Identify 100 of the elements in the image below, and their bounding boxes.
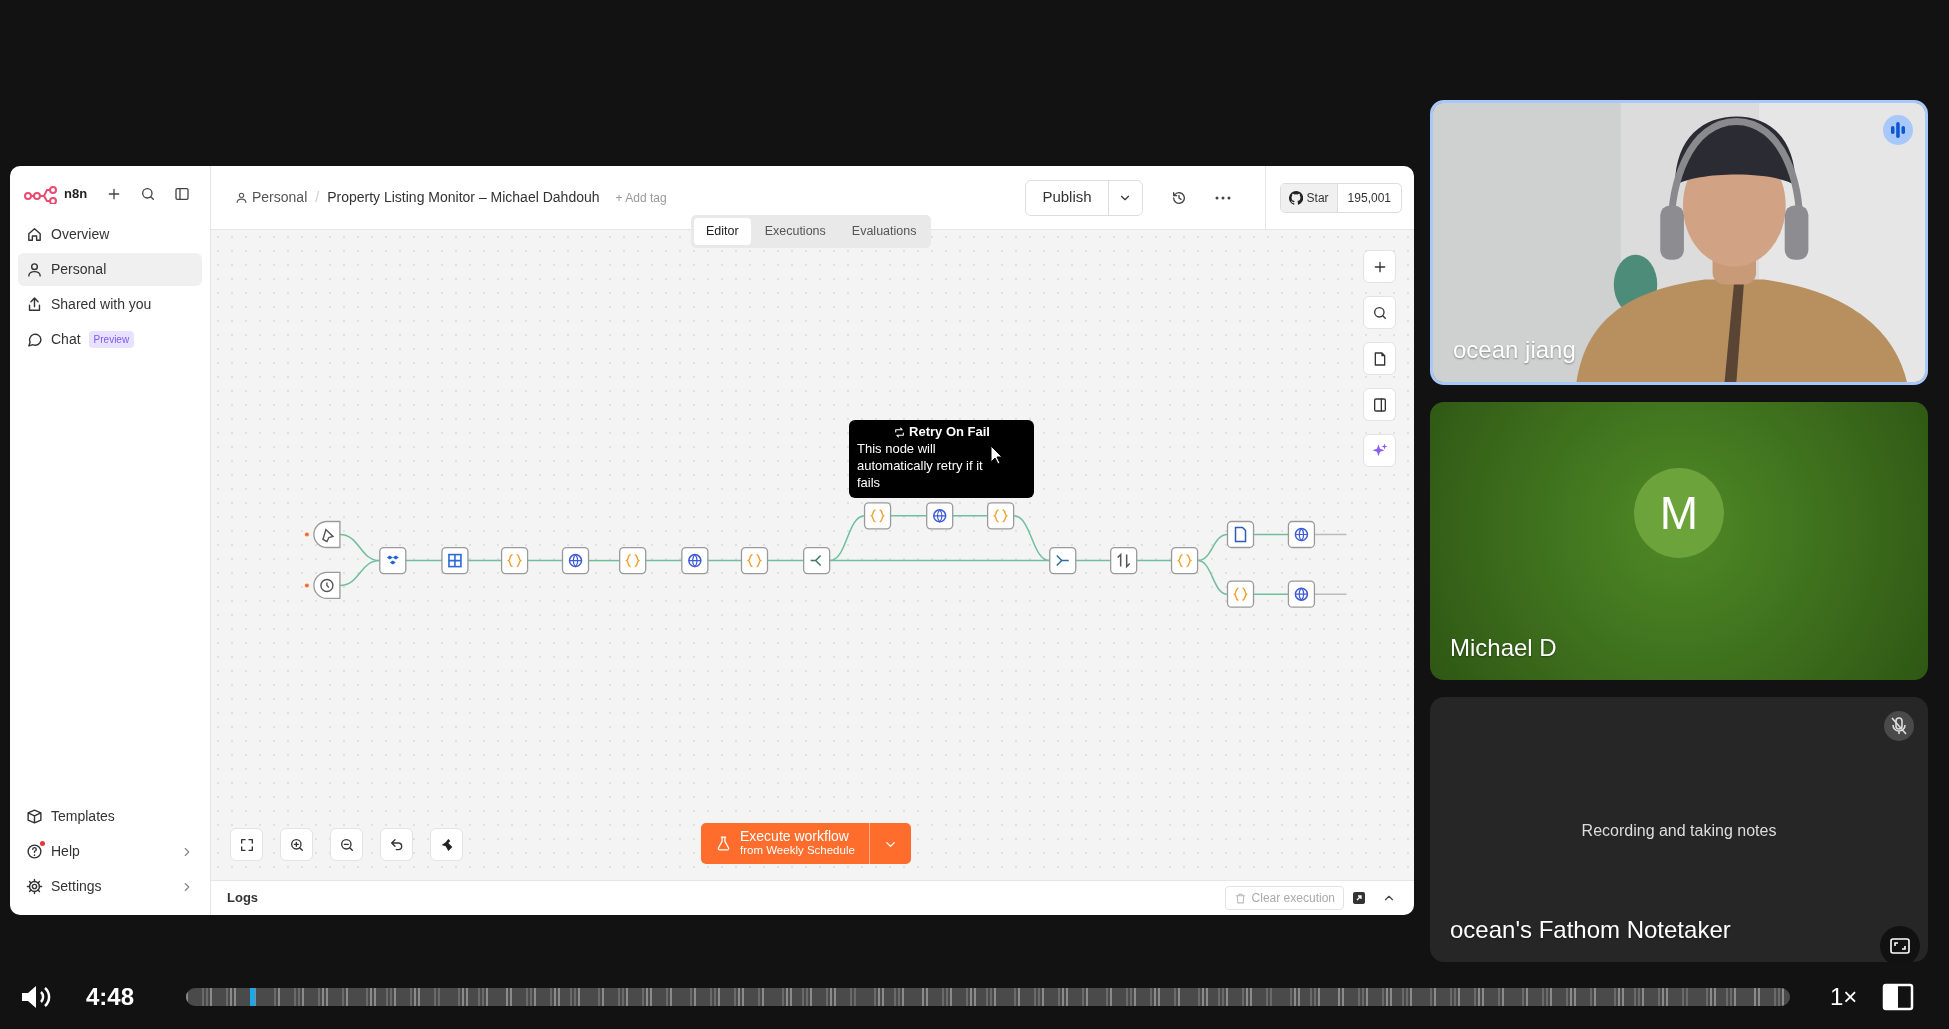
search-button[interactable] [1363, 296, 1396, 329]
sidebar-item[interactable]: Shared with you [18, 288, 202, 321]
user-icon [26, 261, 43, 278]
add-node-button[interactable] [1363, 250, 1396, 283]
home-icon [26, 226, 43, 243]
sidebar-item[interactable]: Templates [18, 800, 202, 833]
retry-icon [893, 425, 907, 439]
undo-icon [388, 836, 405, 853]
preview-badge: Preview [88, 331, 135, 348]
workflow-node[interactable] [1049, 546, 1077, 575]
chat-icon [26, 331, 43, 348]
connector-line [1252, 533, 1290, 536]
connector-line [339, 559, 381, 587]
connector-line [1135, 559, 1173, 562]
connector-line [707, 559, 743, 562]
history-icon [1170, 189, 1187, 206]
panel-icon [1371, 396, 1388, 413]
tooltip-title: Retry On Fail [909, 424, 990, 441]
sidebar-label: Shared with you [51, 295, 152, 314]
workflow-node[interactable] [803, 546, 831, 575]
trigger-marker [304, 583, 309, 588]
connector-line [766, 559, 805, 562]
undo-button[interactable] [380, 828, 413, 861]
workflow-node[interactable] [740, 546, 769, 575]
workflow-node[interactable] [1110, 546, 1138, 575]
connector-line [1196, 559, 1229, 595]
connector-line [1252, 593, 1290, 595]
workflow-node[interactable] [313, 520, 341, 549]
connector-line [644, 559, 683, 562]
sidebar-item[interactable]: Overview [18, 218, 202, 251]
workflow-node[interactable] [313, 571, 341, 600]
workflow-node[interactable] [1226, 580, 1255, 608]
user-icon [235, 191, 248, 204]
fit-view-button[interactable] [230, 828, 263, 861]
logo-icon [24, 184, 58, 204]
connector-line [1075, 559, 1112, 562]
sidebar-label: Overview [51, 225, 110, 244]
box-icon [26, 808, 43, 825]
sidebar-label: Settings [51, 877, 103, 896]
zoom-in-button[interactable] [280, 828, 313, 861]
sticky-note-button[interactable] [1363, 342, 1396, 375]
expand-icon [1890, 938, 1910, 954]
zoom-out-button[interactable] [330, 828, 363, 861]
logo-text: n8n [64, 185, 88, 204]
avatar: M [1634, 468, 1724, 559]
playback-speed-button[interactable]: 1× [1830, 979, 1858, 1015]
workflow-node[interactable] [681, 546, 709, 575]
workflow-node[interactable] [863, 502, 892, 530]
connector-line [405, 559, 443, 562]
workflow-node[interactable] [619, 546, 647, 575]
star-count: 195,001 [1346, 189, 1392, 207]
breadcrumb-link[interactable]: Personal [252, 187, 308, 208]
gear-icon [26, 878, 43, 895]
tab[interactable]: Executions [752, 218, 838, 245]
more-icon [1214, 195, 1231, 200]
sidebar-item[interactable]: Chat Preview [18, 323, 202, 356]
sidebar-item[interactable]: Settings [18, 870, 202, 903]
share-icon [26, 296, 43, 313]
theater-mode-icon [1882, 983, 1915, 1011]
workflow-node[interactable] [926, 502, 954, 530]
connector-line [1313, 533, 1348, 536]
participant-name: Michael D [1450, 633, 1557, 663]
github-star-button[interactable]: Star 195,001 [1279, 182, 1402, 213]
workflow-node[interactable] [500, 546, 529, 575]
workflow-node[interactable] [1170, 546, 1199, 575]
connector-line [889, 515, 928, 517]
fit-icon [238, 836, 255, 853]
workflow-node[interactable] [1287, 520, 1316, 549]
sidebar-label: Help [51, 842, 81, 861]
clean-up-button[interactable] [430, 828, 463, 861]
connector-line [587, 559, 621, 562]
sidebar-label: Templates [51, 807, 116, 826]
search-icon [140, 185, 156, 203]
sidebar-item[interactable]: Help [18, 835, 202, 868]
panel-button[interactable] [1363, 388, 1396, 421]
zoom-out-icon [338, 836, 355, 853]
workflow-node[interactable] [1287, 580, 1316, 608]
connector-line [526, 559, 564, 562]
tab[interactable]: Evaluations [839, 218, 929, 245]
help-icon [26, 843, 43, 860]
sidebar-item[interactable]: Personal [18, 253, 202, 286]
sidebar-label: Personal [51, 260, 107, 279]
tab[interactable]: Editor [694, 218, 751, 245]
timeline-track[interactable] [186, 988, 1790, 1006]
flask-icon [715, 835, 732, 852]
workflow-node[interactable] [986, 502, 1015, 530]
workflow-node[interactable] [1226, 520, 1255, 549]
workflow-node[interactable] [379, 546, 407, 575]
ai-assistant-button[interactable] [1363, 434, 1396, 467]
workflow-title[interactable]: Property Listing Monitor – Michael Dahdouh [327, 187, 600, 208]
status-text: Recording and taking notes [1580, 820, 1778, 841]
workflow-node[interactable] [561, 546, 590, 575]
connector-line [951, 515, 989, 517]
sidebar-label: Chat [51, 330, 81, 349]
breadcrumb-separator: / [315, 188, 320, 207]
workflow-node[interactable] [441, 546, 469, 575]
trash-icon [1233, 891, 1247, 905]
tooltip-text: This node will automatically retry if it fails [857, 440, 984, 492]
fullscreen-button[interactable] [1880, 926, 1920, 962]
cursor-icon [990, 445, 1004, 465]
